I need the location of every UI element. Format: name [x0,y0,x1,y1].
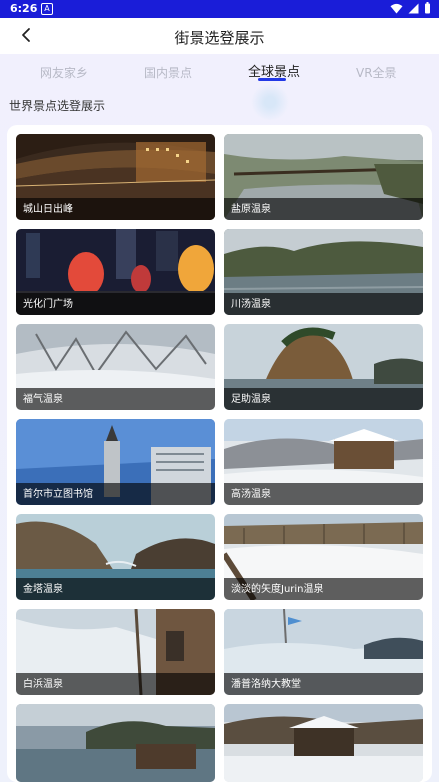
spot-name: 淡淡的矢度Jurin温泉 [231,584,324,595]
status-bar: 6:26 A [0,0,439,18]
spot-photo [16,704,215,782]
status-time: 6:26 [10,2,38,15]
spot-name: 首尔市立图书馆 [23,489,93,500]
section-title: 世界景点选登展示 [9,99,106,113]
tab-hometown[interactable]: 网友家乡 [40,64,88,81]
spot-card[interactable]: 川汤温泉 [224,229,423,315]
spot-name: 高汤温泉 [231,489,271,500]
spot-card[interactable] [224,704,423,782]
spot-card[interactable]: 福气温泉 [16,324,215,410]
spot-card[interactable]: 盐原温泉 [224,134,423,220]
active-tab-indicator [258,78,286,81]
spot-card[interactable]: 首尔市立图书馆 [16,419,215,505]
spot-name: 盐原温泉 [231,204,271,215]
category-tabs: 网友家乡 国内景点 全球景点 VR全景 [0,58,439,88]
spots-grid: 城山日出峰 盐原温泉 光化门广场 川汤温泉 福气温泉 足助温泉 首尔市立图书馆 … [7,125,432,782]
spot-card[interactable]: 高汤温泉 [224,419,423,505]
spot-name: 金塔温泉 [23,584,63,595]
notification-app-icon: A [41,3,53,15]
spot-card[interactable]: 淡淡的矢度Jurin温泉 [224,514,423,600]
wifi-icon [390,3,403,13]
spot-name: 潘普洛纳大教堂 [231,679,301,690]
decorative-blob [250,84,290,120]
spot-name: 光化门广场 [23,299,73,310]
spot-name: 川汤温泉 [231,299,271,310]
spot-card[interactable]: 光化门广场 [16,229,215,315]
spot-card[interactable] [16,704,215,782]
spot-card[interactable]: 城山日出峰 [16,134,215,220]
spot-name: 城山日出峰 [23,204,73,215]
tab-domestic[interactable]: 国内景点 [144,64,192,81]
app-header: 街景选登展示 [0,18,439,54]
spot-name: 白浜温泉 [23,679,63,690]
spot-card[interactable]: 白浜温泉 [16,609,215,695]
spot-name: 福气温泉 [23,394,63,405]
tab-vr[interactable]: VR全景 [356,64,397,81]
spot-name: 足助温泉 [231,394,271,405]
page-title: 街景选登展示 [174,29,265,47]
spot-card[interactable]: 金塔温泉 [16,514,215,600]
spot-card[interactable]: 足助温泉 [224,324,423,410]
battery-icon [425,2,430,14]
signal-icon [408,3,419,13]
status-icons [390,2,431,14]
spot-card[interactable]: 潘普洛纳大教堂 [224,609,423,695]
spot-photo [224,704,423,782]
